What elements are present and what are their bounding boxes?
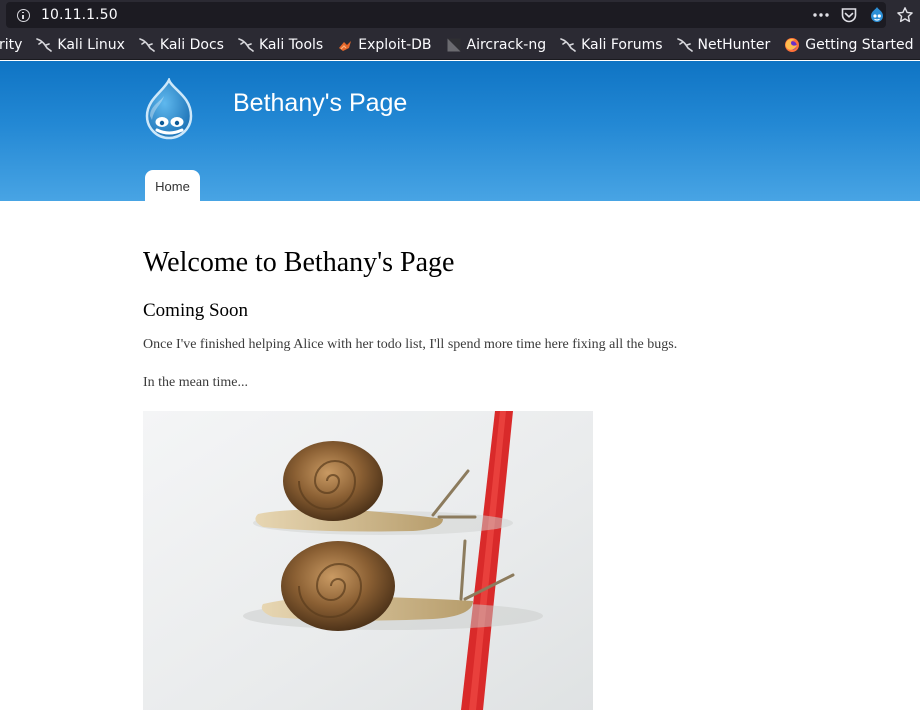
section-subtitle: Coming Soon <box>143 300 249 321</box>
bookmark-label: NetHunter <box>697 36 771 53</box>
body-paragraph: Once I've finished helping Alice with he… <box>143 337 678 352</box>
drupal-logo[interactable] <box>140 76 202 146</box>
bookmark-label: Kali Docs <box>159 36 224 53</box>
bookmark-getting-started[interactable]: Getting Started <box>784 30 914 59</box>
bookmark-label: Getting Started <box>805 36 914 53</box>
body-paragraph: In the mean time... <box>143 375 248 390</box>
bookmark-aircrack-ng[interactable]: Aircrack-ng <box>446 30 547 59</box>
page-title: Welcome to Bethany's Page <box>143 247 455 278</box>
url-actions <box>812 3 914 27</box>
bookmark-label: Aircrack-ng <box>466 36 547 53</box>
kali-dragon-icon <box>676 37 693 53</box>
site-name[interactable]: Bethany's Page <box>233 89 407 118</box>
bookmark-nethunter[interactable]: NetHunter <box>676 30 771 59</box>
bookmark-label: Kali Linux <box>57 36 125 53</box>
bookmark-label: Kali Tools <box>258 36 324 53</box>
pocket-icon[interactable] <box>840 6 858 24</box>
bookmark-exploit-db[interactable]: Exploit-DB <box>337 30 432 59</box>
bookmark-label: rity <box>0 36 23 53</box>
bookmark-label: Exploit-DB <box>358 36 432 53</box>
bookmark-label: Kali Forums <box>581 36 663 53</box>
url-text[interactable]: 10.11.1.50 <box>41 7 118 23</box>
info-icon[interactable] <box>17 8 30 22</box>
firefox-icon <box>784 37 800 53</box>
star-icon[interactable] <box>896 6 914 24</box>
main-content: Welcome to Bethany's Page Coming Soon On… <box>143 247 783 390</box>
bookmark-kali-linux[interactable]: Kali Linux <box>36 30 125 59</box>
exploit-db-icon <box>337 37 353 53</box>
url-bar[interactable]: 10.11.1.50 <box>6 2 886 28</box>
bookmark-kali-docs[interactable]: Kali Docs <box>139 30 224 59</box>
site-header: Bethany's Page Home <box>0 61 920 201</box>
tab-home[interactable]: Home <box>145 170 200 201</box>
kali-dragon-icon <box>36 37 53 53</box>
more-icon[interactable] <box>812 6 830 24</box>
bookmark-kali-forums[interactable]: Kali Forums <box>560 30 663 59</box>
bookmark-kali-tools[interactable]: Kali Tools <box>238 30 324 59</box>
browser-toolbar: 10.11.1.50 <box>0 0 920 30</box>
bookmark-item[interactable]: rity <box>0 30 23 59</box>
aircrack-icon <box>446 37 462 53</box>
kali-dragon-icon <box>560 37 576 53</box>
kali-dragon-icon <box>238 37 254 53</box>
bookmarks-toolbar: rity Kali Linux Kali Docs Kali Tools Exp… <box>0 30 920 60</box>
kali-dragon-icon <box>139 37 155 53</box>
snail-photo <box>143 411 593 710</box>
drupal-icon[interactable] <box>868 6 886 24</box>
